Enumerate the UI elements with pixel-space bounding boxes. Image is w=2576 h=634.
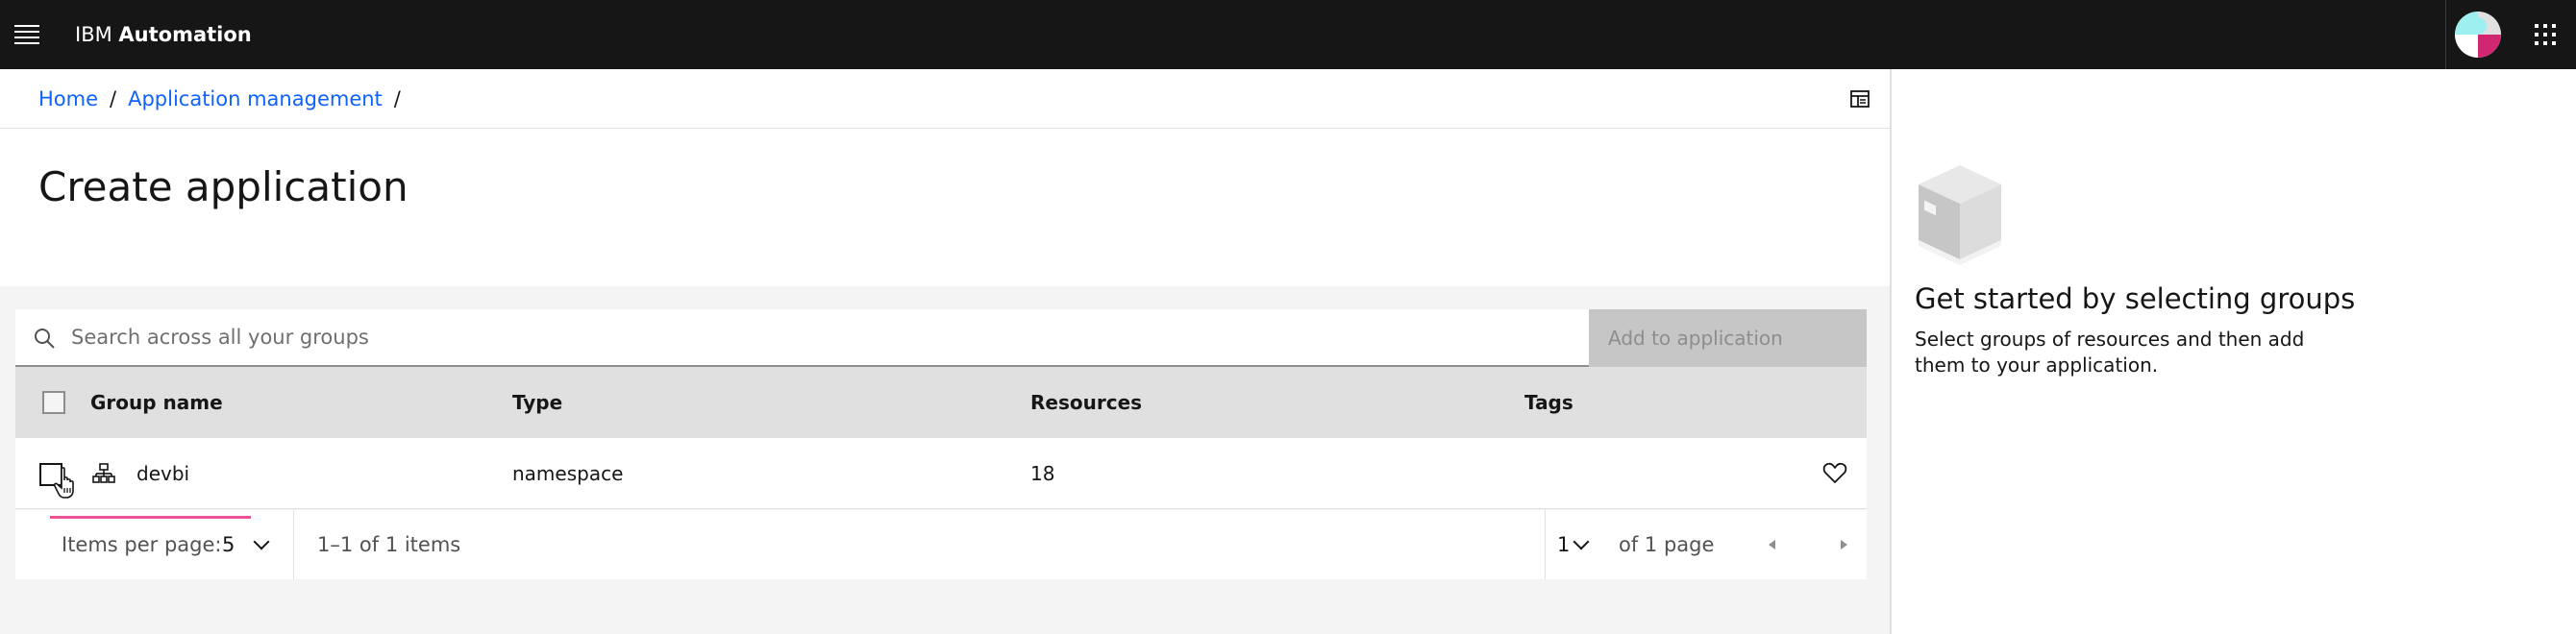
pointer-cursor-icon [54, 467, 74, 499]
brand-title[interactable]: IBM Automation [75, 0, 252, 69]
top-header: IBM Automation [0, 0, 2576, 69]
cell-group-name[interactable]: devbi [136, 438, 189, 509]
avatar[interactable] [2455, 12, 2501, 58]
pagination-divider [1545, 510, 1546, 579]
breadcrumb-bar: Home / Application management / [0, 69, 1890, 129]
chevron-down-icon [1573, 533, 1590, 550]
column-header-type[interactable]: Type [512, 367, 562, 438]
items-per-page-label: Items per page: [62, 533, 222, 556]
table-header: Group name Type Resources Tags [15, 367, 1867, 438]
menu-icon [14, 25, 39, 44]
caret-right-icon[interactable] [1834, 535, 1853, 554]
empty-box-illustration [1919, 165, 2001, 265]
menu-button[interactable] [0, 0, 54, 69]
search-icon [35, 329, 55, 349]
breadcrumb-separator: / [110, 87, 117, 110]
search-input[interactable] [71, 309, 1590, 365]
breadcrumb: Home / Application management / [38, 69, 412, 129]
add-to-application-button[interactable]: Add to application [1589, 309, 1867, 367]
table-row[interactable]: devbi namespace 18 [15, 438, 1867, 509]
pagination-divider [293, 510, 294, 579]
select-all-checkbox[interactable] [42, 391, 65, 414]
column-header-resources[interactable]: Resources [1030, 367, 1142, 438]
page-select[interactable]: 1 [1557, 510, 1590, 579]
side-panel: Get started by selecting groups Select g… [1890, 69, 2576, 634]
item-range-text: 1–1 of 1 items [317, 533, 461, 556]
breadcrumb-application-management[interactable]: Application management [128, 87, 383, 110]
favorite-heart-icon[interactable] [1822, 462, 1847, 485]
caret-left-icon[interactable] [1763, 535, 1782, 554]
side-panel-heading: Get started by selecting groups [1915, 282, 2356, 315]
side-panel-description: Select groups of resources and then add … [1915, 328, 2305, 377]
brand-name: Automation [118, 23, 252, 46]
header-divider [2445, 0, 2446, 69]
app-switcher-icon [2535, 24, 2556, 45]
focus-indicator [50, 516, 251, 519]
page-title: Create application [38, 163, 409, 210]
table-toolbar: Add to application [15, 309, 1867, 367]
of-pages-text: of 1 page [1619, 533, 1715, 556]
items-per-page-value: 5 [222, 533, 235, 556]
brand-prefix: IBM [75, 23, 112, 46]
cell-type: namespace [512, 462, 624, 485]
column-header-tags[interactable]: Tags [1524, 367, 1573, 438]
cell-resources: 18 [1030, 462, 1055, 485]
pagination-bar: Items per page: 5 1–1 of 1 items 1 of 1 … [15, 510, 1867, 579]
page-value: 1 [1557, 533, 1571, 556]
layout-toggle-icon[interactable] [1849, 88, 1870, 110]
group-icon [92, 463, 115, 483]
breadcrumb-separator: / [393, 87, 401, 110]
app-switcher-button[interactable] [2514, 0, 2576, 69]
chevron-down-icon [253, 533, 270, 550]
column-header-group-name[interactable]: Group name [90, 367, 223, 438]
items-per-page-select[interactable]: 5 [222, 510, 270, 579]
breadcrumb-home[interactable]: Home [38, 87, 98, 110]
